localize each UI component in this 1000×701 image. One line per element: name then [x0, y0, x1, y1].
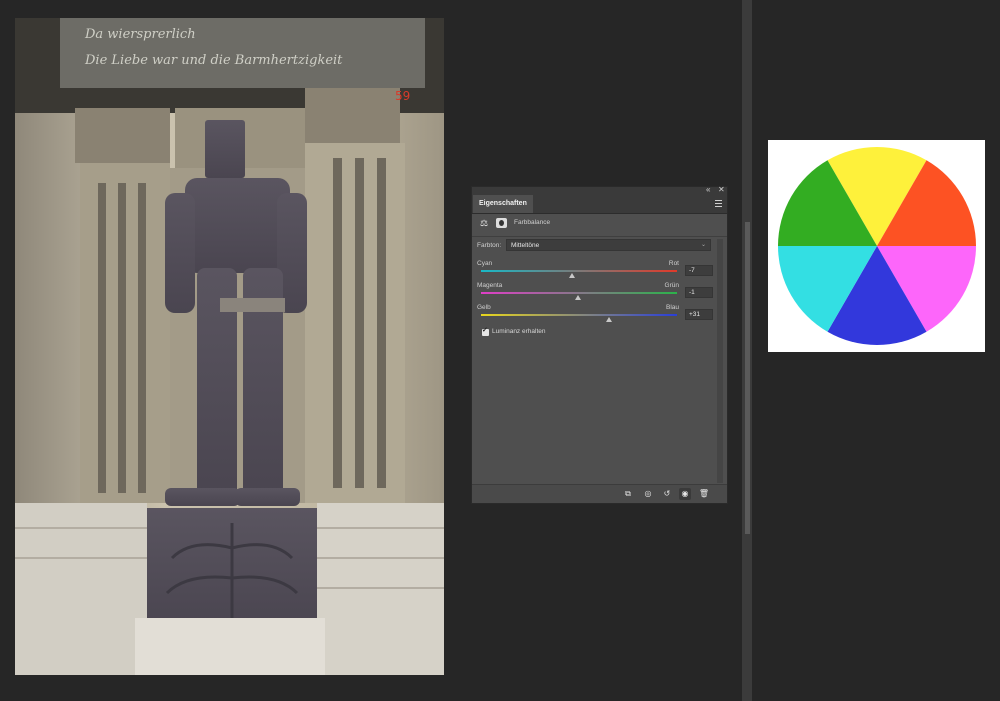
- slider-value-field[interactable]: -7: [685, 265, 713, 276]
- svg-text:59: 59: [395, 89, 410, 103]
- slider-thumb[interactable]: [606, 317, 613, 322]
- color-wheel-card: [768, 140, 985, 352]
- color-wheel: [778, 146, 976, 346]
- slider-value-field[interactable]: -1: [685, 287, 713, 298]
- panel-titlebar[interactable]: « ✕: [472, 185, 727, 195]
- slider-track[interactable]: [481, 314, 677, 316]
- view-previous-state-icon[interactable]: ◎: [642, 488, 654, 500]
- slider-track[interactable]: [481, 292, 677, 294]
- tab-eigenschaften[interactable]: Eigenschaften: [473, 195, 533, 213]
- slider-right-label: Rot: [668, 260, 679, 267]
- slider-right-label: Grün: [664, 282, 679, 289]
- adjustment-header: ⚖ Farbbalance: [480, 217, 710, 231]
- luminance-checkbox[interactable]: [482, 326, 489, 336]
- panel-tabbar: Eigenschaften: [472, 195, 727, 214]
- slider-right-label: Blau: [665, 304, 679, 311]
- panel-scrollbar[interactable]: [717, 239, 723, 483]
- chevron-down-icon: ⌄: [700, 242, 706, 248]
- slider-value-field[interactable]: +31: [685, 309, 713, 320]
- tone-select-value: Mitteltöne: [511, 242, 540, 249]
- slider-cyan-red: Cyan Rot -7: [477, 260, 715, 282]
- luminance-label: Luminanz erhalten: [492, 328, 546, 335]
- panel-content: Farbton: Mitteltöne ⌄ Cyan Rot -7 Magent…: [472, 237, 716, 484]
- collapse-icon[interactable]: «: [706, 185, 710, 195]
- reset-icon[interactable]: ↺: [661, 488, 673, 500]
- slider-yellow-blue: Gelb Blau +31: [477, 304, 715, 326]
- slider-thumb[interactable]: [569, 273, 576, 278]
- slider-left-label: Gelb: [477, 304, 491, 311]
- delete-trash-icon[interactable]: 🗑: [698, 488, 710, 500]
- statue-photo: Da wiersprerlich Die Liebe war und die B…: [15, 18, 444, 675]
- close-icon[interactable]: ✕: [718, 185, 725, 195]
- inscription-line-1: Da wiersprerlich: [84, 27, 196, 42]
- panel-menu-icon[interactable]: [715, 200, 722, 207]
- scrollbar-thumb[interactable]: [745, 222, 750, 534]
- properties-panel: « ✕ Eigenschaften ⚖ Farbbalance Farbton:…: [471, 185, 728, 504]
- slider-thumb[interactable]: [575, 295, 582, 300]
- slider-magenta-green: Magenta Grün -1: [477, 282, 715, 304]
- tone-label: Farbton:: [477, 242, 502, 249]
- visibility-eye-icon[interactable]: ◉: [679, 488, 691, 500]
- tone-select[interactable]: Mitteltöne ⌄: [506, 239, 711, 251]
- clip-to-layer-icon[interactable]: ⧉: [622, 488, 634, 500]
- layer-mask-icon[interactable]: [496, 218, 507, 228]
- adjustment-title: Farbbalance: [514, 219, 551, 226]
- slider-left-label: Cyan: [477, 260, 493, 267]
- slider-track[interactable]: [481, 270, 677, 272]
- color-balance-icon: ⚖: [480, 218, 489, 228]
- inscription-line-2: Die Liebe war und die Barmhertzigkeit: [84, 53, 343, 68]
- slider-left-label: Magenta: [477, 282, 503, 289]
- panel-footer: ⧉ ◎ ↺ ◉ 🗑: [472, 484, 727, 503]
